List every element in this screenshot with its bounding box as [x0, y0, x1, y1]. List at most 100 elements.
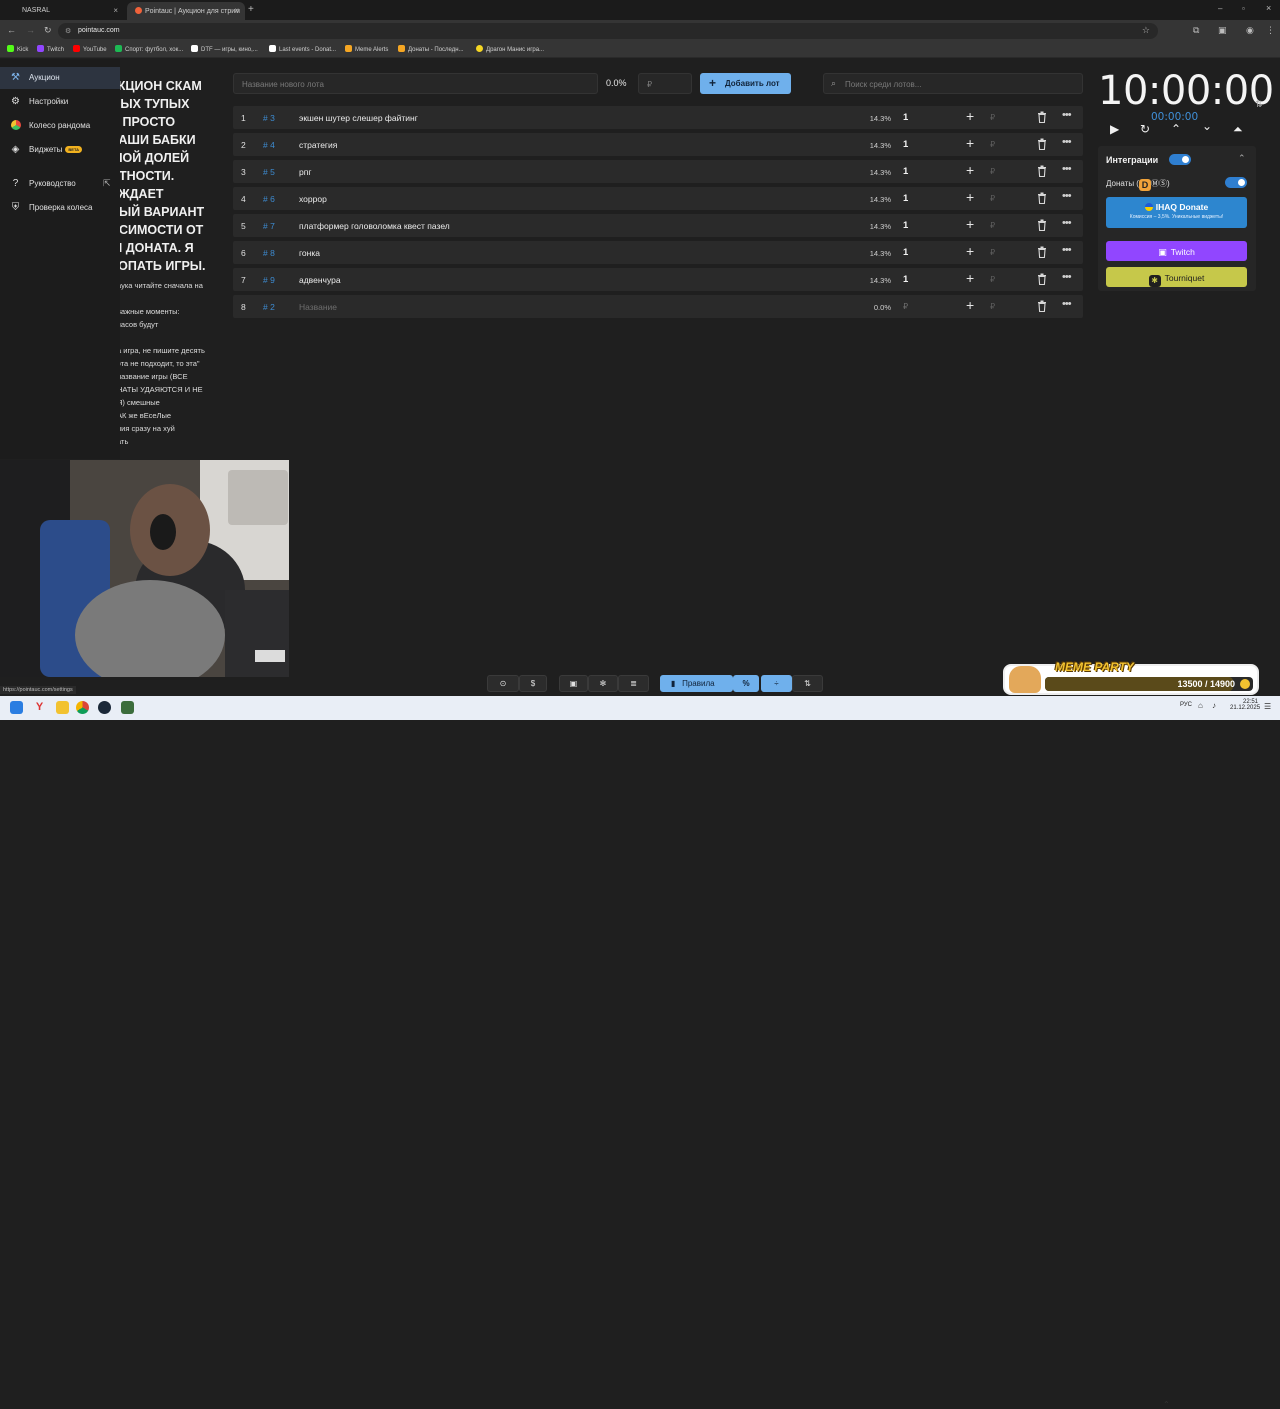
lot-name[interactable]: экшен шутер слешер файтинг — [299, 113, 418, 123]
timer-swap-icon[interactable]: ⇅ — [1255, 99, 1263, 110]
trash-icon[interactable] — [1037, 192, 1047, 204]
profile-icon[interactable]: ◉ — [1246, 25, 1254, 36]
bookmark-youtube[interactable]: YouTube — [73, 45, 107, 53]
lot-name[interactable]: адвенчура — [299, 275, 341, 285]
lot-row[interactable]: 5 # 7 платформер головоломка квест пазел 14… — [233, 214, 1083, 237]
bookmark-dragon[interactable]: Драгон Манис игра... — [476, 45, 544, 53]
add-amount-icon[interactable]: + — [966, 270, 974, 286]
extensions-icon[interactable]: ⧉ — [1193, 25, 1199, 36]
restart-icon[interactable]: ↻ — [1140, 122, 1150, 136]
clock[interactable]: 22:51 21.12.2025 — [1230, 699, 1260, 711]
lot-row[interactable]: 2 # 4 стратегия 14.3% 1 + ₽ ••• — [233, 133, 1083, 156]
integrations-toggle[interactable] — [1169, 154, 1191, 165]
lot-row[interactable]: 1 # 3 экшен шутер слешер файтинг 14.3% 1 + ₽ ••… — [233, 106, 1083, 129]
site-info-icon[interactable]: ⚙ — [65, 27, 71, 35]
add-amount-icon[interactable]: + — [966, 297, 974, 313]
bug-button[interactable]: ✻ — [588, 675, 618, 692]
new-lot-amount-input[interactable]: ₽ — [638, 73, 692, 94]
back-icon[interactable]: ← — [7, 25, 16, 35]
volume-icon[interactable]: ♪ — [1212, 701, 1216, 710]
sidebar-item-widgets[interactable]: ◈ Виджеты BETA — [0, 139, 120, 161]
windows-start-icon[interactable] — [10, 701, 23, 714]
bookmark-star-icon[interactable]: ☆ — [1142, 25, 1150, 36]
lot-name[interactable]: Название — [299, 302, 337, 312]
extra-amount-input[interactable]: ₽ — [990, 248, 995, 257]
browser-tab[interactable]: NASRAL × — [14, 2, 124, 20]
lot-amount[interactable]: 1 — [903, 220, 908, 231]
chevron-down-icon[interactable]: ⌄ — [1202, 119, 1212, 133]
tray-chevron-icon[interactable]: ⌃ — [1163, 1400, 1170, 1409]
more-options-icon[interactable]: ••• — [1062, 298, 1072, 310]
bookmark-sport[interactable]: Спорт: футбол, хок... — [115, 45, 183, 53]
lot-name[interactable]: рпг — [299, 167, 311, 177]
trash-icon[interactable] — [1037, 300, 1047, 312]
lot-name[interactable]: стратегия — [299, 140, 337, 150]
bookmark-meme-alerts[interactable]: Meme Alerts — [345, 45, 388, 53]
save-button[interactable]: ▣ — [559, 675, 588, 692]
lot-row[interactable]: 6 # 8 гонка 14.3% 1 + ₽ ••• — [233, 241, 1083, 264]
collapse-icon[interactable]: ⌃ — [1238, 153, 1246, 164]
donate-button[interactable]: $ — [519, 675, 547, 692]
twitch-button[interactable]: ▣ Twitch — [1106, 241, 1247, 261]
bookmark-twitch[interactable]: Twitch — [37, 45, 64, 53]
more-options-icon[interactable]: ••• — [1062, 244, 1072, 256]
bookmark-last-events[interactable]: Last events - Donat... — [269, 45, 336, 53]
add-amount-icon[interactable]: + — [966, 243, 974, 259]
more-options-icon[interactable]: ••• — [1062, 109, 1072, 121]
lot-name[interactable]: гонка — [299, 248, 320, 258]
trash-icon[interactable] — [1037, 219, 1047, 231]
lot-row[interactable]: 3 # 5 рпг 14.3% 1 + ₽ ••• — [233, 160, 1083, 183]
more-options-icon[interactable]: ••• — [1062, 163, 1072, 175]
trash-icon[interactable] — [1037, 138, 1047, 150]
lot-amount[interactable]: 1 — [903, 247, 908, 258]
sidebar-item-settings[interactable]: ⚙ Настройки — [0, 91, 120, 113]
extra-amount-input[interactable]: ₽ — [990, 113, 995, 122]
sidebar-item-wheel-check[interactable]: ⛨ Проверка колеса — [0, 197, 120, 219]
app-icon[interactable] — [121, 701, 134, 714]
minimize-icon[interactable]: – — [1218, 4, 1222, 13]
bookmark-kick[interactable]: Kick — [7, 45, 28, 53]
sidepanel-icon[interactable]: ▣ — [1218, 25, 1227, 36]
extra-amount-input[interactable]: ₽ — [990, 140, 995, 149]
menu-icon[interactable]: ⋮ — [1266, 25, 1275, 36]
lot-row[interactable]: 8 # 2 Название 0.0% ₽ + ₽ ••• — [233, 295, 1083, 318]
lot-amount[interactable]: 1 — [903, 166, 908, 177]
lot-name[interactable]: хоррор — [299, 194, 327, 204]
trash-icon[interactable] — [1037, 273, 1047, 285]
extra-amount-input[interactable]: ₽ — [990, 194, 995, 203]
github-button[interactable]: ⊙ — [487, 675, 519, 692]
lot-amount[interactable]: 1 — [903, 274, 908, 285]
extra-amount-input[interactable]: ₽ — [990, 275, 995, 284]
sidebar-item-auction[interactable]: ⚒ Аукцион — [0, 67, 120, 89]
more-options-icon[interactable]: ••• — [1062, 136, 1072, 148]
url-field[interactable]: ⚙ pointauc.com ☆ — [58, 23, 1158, 39]
lot-amount-placeholder[interactable]: ₽ — [903, 302, 908, 311]
lot-amount[interactable]: 1 — [903, 193, 908, 204]
lot-amount[interactable]: 1 — [903, 112, 908, 123]
steam-icon[interactable] — [98, 701, 111, 714]
bookmark-donations[interactable]: Донаты - Последн... — [398, 45, 464, 53]
chrome-icon[interactable] — [76, 701, 89, 714]
sort-button[interactable]: ⇅ — [792, 675, 823, 692]
donations-toggle[interactable] — [1225, 177, 1247, 188]
yandex-icon[interactable]: Y — [33, 701, 46, 714]
close-icon[interactable]: × — [234, 6, 239, 15]
more-options-icon[interactable]: ••• — [1062, 217, 1072, 229]
rules-button[interactable]: ▮ Правила — [660, 675, 733, 692]
extra-amount-input[interactable]: ₽ — [990, 302, 995, 311]
more-options-icon[interactable]: ••• — [1062, 190, 1072, 202]
close-icon[interactable]: × — [113, 6, 118, 15]
trash-icon[interactable] — [1037, 165, 1047, 177]
extra-amount-input[interactable]: ₽ — [990, 167, 995, 176]
add-amount-icon[interactable]: + — [966, 216, 974, 232]
extra-amount-input[interactable]: ₽ — [990, 221, 995, 230]
forward-icon[interactable]: → — [26, 25, 35, 35]
reload-icon[interactable]: ↻ — [44, 25, 52, 36]
lot-row[interactable]: 7 # 9 адвенчура 14.3% 1 + ₽ ••• — [233, 268, 1083, 291]
chevron-up-icon[interactable]: ⌃ — [1171, 122, 1181, 136]
new-tab-icon[interactable]: + — [248, 4, 254, 15]
history-button[interactable]: ≣ — [618, 675, 649, 692]
notifications-icon[interactable]: ☰ — [1264, 702, 1271, 711]
more-options-icon[interactable]: ••• — [1062, 271, 1072, 283]
ihaq-donate-button[interactable]: IHAQ Donate Комиссия – 3,5%. Уникальные … — [1106, 197, 1247, 228]
